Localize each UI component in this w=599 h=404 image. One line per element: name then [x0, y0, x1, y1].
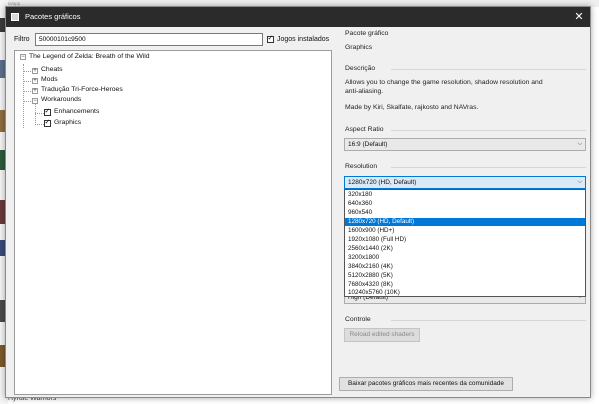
resolution-option[interactable]: 1600x900 (HD+): [345, 227, 585, 235]
resolution-option[interactable]: 3200x1800: [345, 254, 585, 262]
tree-node-enhancements[interactable]: Enhancements: [54, 107, 99, 117]
tree-guide-line: [23, 64, 24, 128]
graphic-packs-tree[interactable]: − The Legend of Zelda: Breath of the Wil…: [14, 50, 332, 395]
resolution-value: 1280x720 (HD, Default): [348, 179, 417, 186]
collapse-icon[interactable]: −: [32, 98, 38, 104]
group-divider: [391, 69, 586, 70]
resolution-option[interactable]: 5120x2880 (5K): [345, 272, 585, 280]
installed-games-label: Jogos instalados: [277, 36, 330, 43]
resolution-option[interactable]: 7680x4320 (8K): [345, 281, 585, 289]
checkmark-icon: ✓: [44, 108, 51, 115]
group-divider: [391, 167, 586, 168]
resolution-option[interactable]: 960x540: [345, 209, 585, 217]
installed-games-checkbox[interactable]: ✓: [267, 35, 274, 43]
description-title: Descrição: [345, 65, 376, 72]
resolution-option[interactable]: 640x360: [345, 200, 585, 208]
tree-guide-line: [35, 113, 44, 114]
close-icon: ✕: [574, 11, 584, 23]
aspect-ratio-value: 16:9 (Default): [348, 141, 388, 148]
tree-guide-line: [35, 124, 44, 125]
checkmark-icon: ✓: [44, 119, 51, 126]
resolution-title: Resolution: [345, 163, 378, 170]
aspect-ratio-select[interactable]: 16:9 (Default) ⌵: [344, 138, 586, 151]
dialog-title: Pacotes gráficos: [25, 12, 81, 21]
group-divider: [391, 320, 586, 321]
enhancements-checkbox[interactable]: ✓: [44, 108, 51, 116]
resolution-option[interactable]: 3840x2160 (4K): [345, 263, 585, 271]
expand-icon[interactable]: +: [32, 68, 38, 74]
description-line-2: anti-aliasing.: [345, 88, 384, 95]
resolution-option[interactable]: 320x180: [345, 191, 585, 199]
collapse-icon[interactable]: −: [20, 54, 26, 60]
chevron-down-icon: ⌵: [577, 141, 582, 147]
tree-node-cheats[interactable]: Cheats: [41, 65, 63, 75]
resolution-option-selected[interactable]: 1280x720 (HD, Default): [345, 218, 585, 226]
filter-input[interactable]: [35, 33, 263, 46]
tree-node-root[interactable]: The Legend of Zelda: Breath of the Wild: [29, 52, 150, 62]
close-button[interactable]: ✕: [568, 7, 590, 27]
chevron-down-icon: ⌵: [577, 179, 582, 185]
checkmark-icon: ✓: [267, 35, 274, 42]
graphics-checkbox[interactable]: ✓: [44, 119, 51, 127]
title-bar: Pacotes gráficos ✕: [6, 7, 590, 27]
pack-name: Graphics: [345, 44, 373, 51]
filter-label: Filtro: [14, 36, 30, 43]
controle-title: Controle: [345, 316, 371, 323]
expand-icon[interactable]: +: [32, 88, 38, 94]
pack-group-title: Pacote gráfico: [345, 30, 389, 37]
resolution-select[interactable]: 1280x720 (HD, Default) ⌵: [344, 176, 586, 189]
tree-node-translation[interactable]: Tradução Tri-Force-Heroes: [41, 85, 123, 95]
app-icon: [11, 13, 19, 21]
download-packs-button[interactable]: Baixar pacotes gráficos mais recentes da…: [339, 377, 513, 391]
graphic-packs-dialog: Pacotes gráficos ✕ Filtro ✓ Jogos instal…: [5, 6, 591, 398]
resolution-option[interactable]: 2560x1440 (2K): [345, 245, 585, 253]
group-divider: [391, 130, 586, 131]
description-credits: Made by Kiri, Skalfate, rajkosto and NAV…: [345, 104, 479, 111]
resolution-dropdown-list[interactable]: 320x180 640x360 960x540 1280x720 (HD, De…: [344, 189, 586, 297]
resolution-option[interactable]: 1920x1080 (Full HD): [345, 236, 585, 244]
resolution-option[interactable]: 10240x5760 (10K): [345, 289, 585, 297]
tree-node-mods[interactable]: Mods: [41, 75, 58, 85]
reload-shaders-button[interactable]: Reload edited shaders: [344, 328, 420, 342]
aspect-ratio-title: Aspect Ratio: [345, 126, 384, 133]
tree-node-graphics[interactable]: Graphics: [54, 118, 81, 128]
expand-icon[interactable]: +: [32, 78, 38, 84]
tree-node-workarounds[interactable]: Workarounds: [41, 95, 81, 105]
